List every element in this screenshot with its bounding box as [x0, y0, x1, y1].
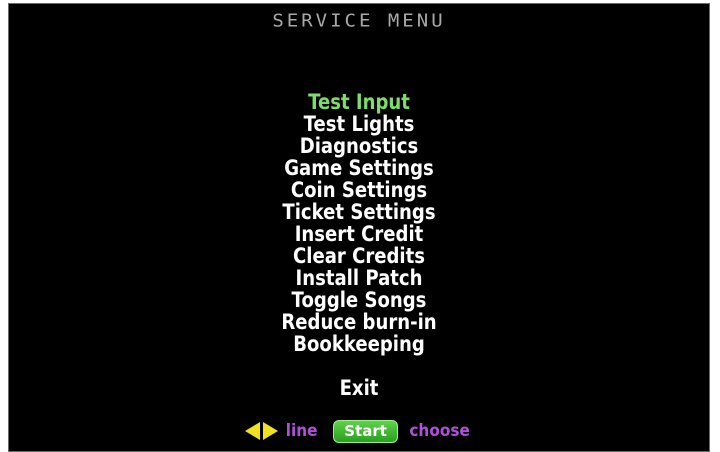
choose-hint-label: choose	[409, 421, 470, 441]
control-hint-bar: line Start choose	[9, 418, 709, 444]
menu-item-toggle-songs[interactable]: Toggle Songs	[58, 289, 660, 311]
start-button-badge: Start	[333, 419, 398, 443]
menu-item-test-input[interactable]: Test Input	[58, 91, 660, 113]
menu-item-bookkeeping[interactable]: Bookkeeping	[58, 333, 660, 355]
menu-title: SERVICE MENU	[272, 10, 446, 32]
arrow-left-icon	[244, 422, 260, 440]
game-screen: SERVICE MENU Test Input Test Lights Diag…	[8, 3, 710, 452]
menu-item-coin-settings[interactable]: Coin Settings	[58, 179, 660, 201]
service-menu-list: Test Input Test Lights Diagnostics Game …	[9, 91, 709, 355]
menu-item-insert-credit[interactable]: Insert Credit	[58, 223, 660, 245]
menu-item-exit[interactable]: Exit	[58, 376, 660, 400]
menu-item-ticket-settings[interactable]: Ticket Settings	[58, 201, 660, 223]
menu-item-clear-credits[interactable]: Clear Credits	[58, 245, 660, 267]
menu-item-test-lights[interactable]: Test Lights	[58, 113, 660, 135]
menu-item-reduce-burn-in[interactable]: Reduce burn-in	[58, 311, 660, 333]
menu-item-game-settings[interactable]: Game Settings	[58, 157, 660, 179]
line-hint-label: line	[285, 421, 318, 441]
menu-item-diagnostics[interactable]: Diagnostics	[58, 135, 660, 157]
arrow-right-icon	[262, 422, 278, 440]
menu-item-install-patch[interactable]: Install Patch	[58, 267, 660, 289]
left-right-arrows-icon	[244, 422, 278, 440]
